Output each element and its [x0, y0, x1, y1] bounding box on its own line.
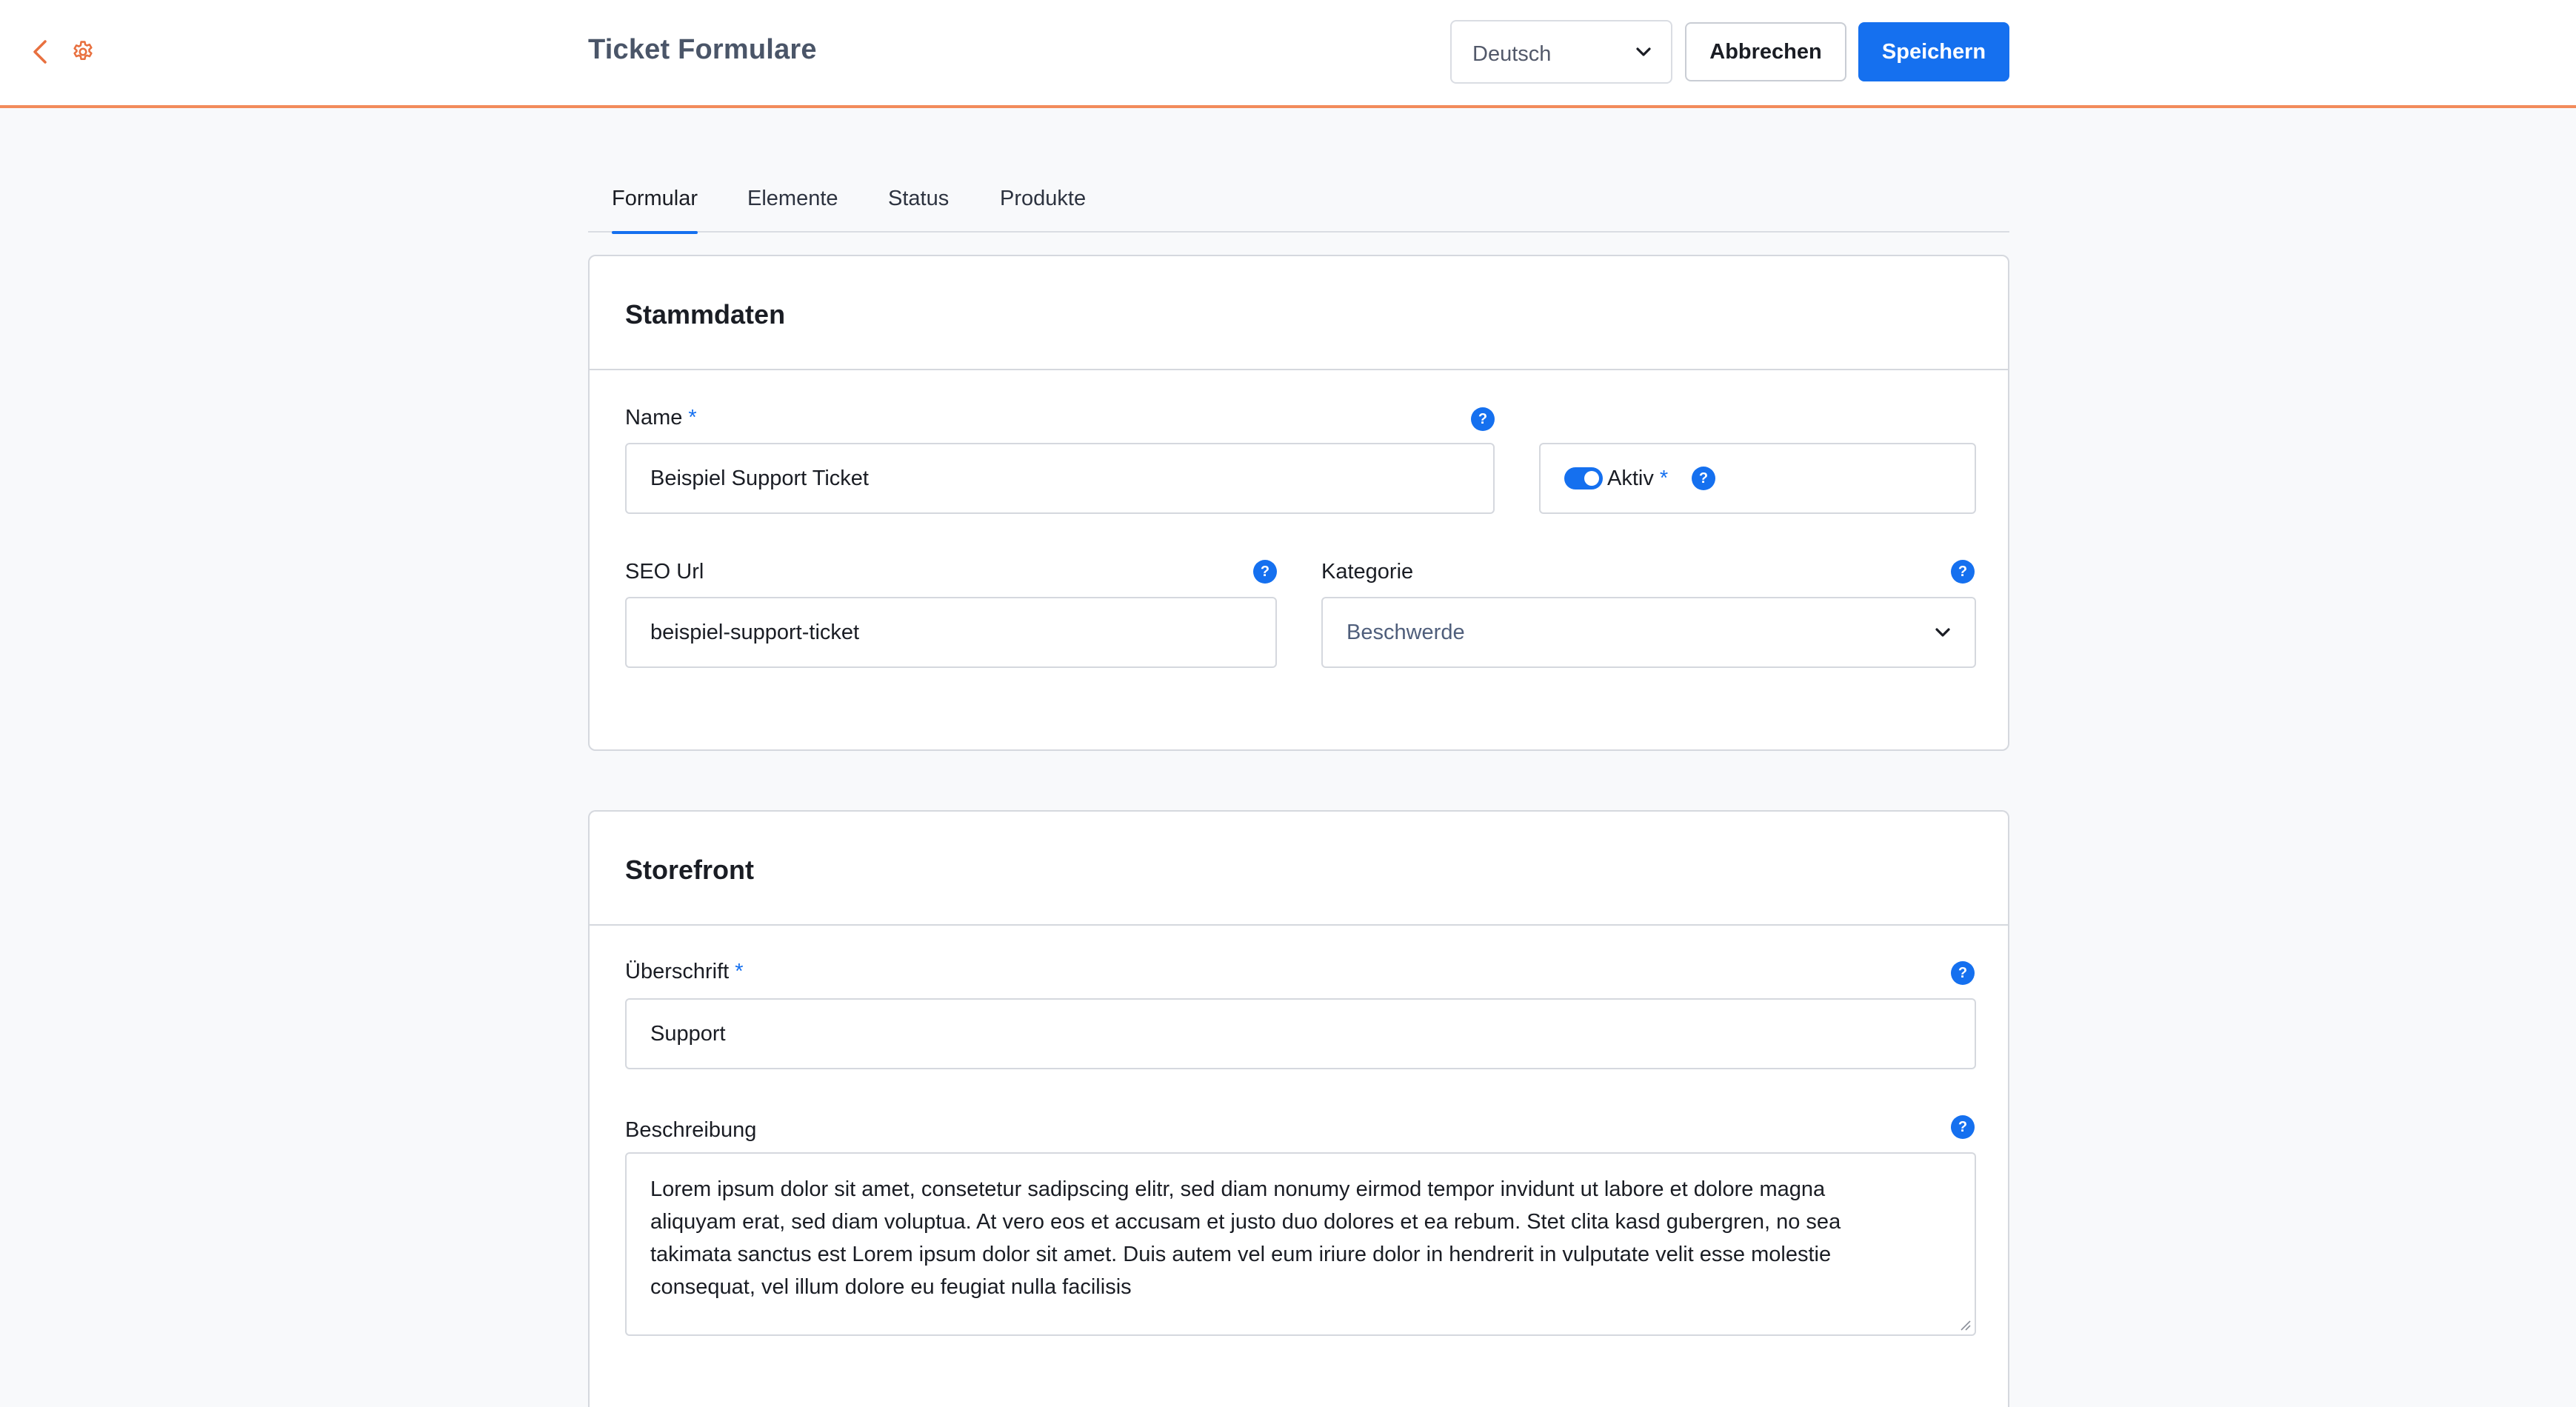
heading-label-text: Überschrift	[625, 960, 730, 983]
top-bar: Ticket Formulare Deutsch Abbrechen Speic…	[0, 0, 2576, 108]
cancel-button[interactable]: Abbrechen	[1685, 22, 1846, 81]
name-label: Name *	[625, 406, 697, 430]
tab-produkte[interactable]: Produkte	[1000, 187, 1086, 233]
resize-handle-icon[interactable]	[1958, 1318, 1972, 1331]
card-header: Storefront	[590, 812, 2008, 926]
tab-status[interactable]: Status	[888, 187, 949, 233]
name-label-text: Name	[625, 406, 683, 430]
tab-formular[interactable]: Formular	[612, 187, 698, 234]
seo-url-label: SEO Url	[625, 560, 704, 584]
required-mark: *	[735, 960, 744, 983]
help-icon[interactable]: ?	[1253, 560, 1277, 584]
active-label: Aktiv *	[1607, 467, 1668, 491]
toggle-knob	[1584, 471, 1599, 486]
card-title: Storefront	[625, 855, 754, 885]
description-label: Beschreibung	[625, 1118, 757, 1142]
required-mark: *	[1659, 467, 1669, 490]
description-line: Lorem ipsum dolor sit amet, consetetur s…	[650, 1177, 1826, 1201]
stammdaten-card: Stammdaten Name * ? Beispiel Support Tic…	[588, 255, 2009, 751]
category-select[interactable]: Beschwerde	[1321, 597, 1976, 668]
help-icon[interactable]: ?	[1471, 407, 1495, 431]
chevron-down-icon	[1636, 47, 1651, 56]
active-label-text: Aktiv	[1607, 467, 1654, 490]
tab-elemente[interactable]: Elemente	[747, 187, 838, 233]
help-icon[interactable]: ?	[1951, 560, 1975, 584]
active-toggle[interactable]	[1564, 467, 1603, 489]
required-mark: *	[688, 406, 697, 430]
help-icon[interactable]: ?	[1951, 961, 1975, 985]
help-icon[interactable]: ?	[1692, 467, 1715, 490]
heading-input[interactable]: Support	[625, 998, 1976, 1069]
back-button[interactable]	[27, 37, 53, 67]
help-icon[interactable]: ?	[1951, 1115, 1975, 1139]
description-textarea[interactable]: Lorem ipsum dolor sit amet, consetetur s…	[625, 1152, 1976, 1336]
language-select-value: Deutsch	[1472, 41, 1552, 66]
storefront-card: Storefront Überschrift * ? Support Besch…	[588, 810, 2009, 1407]
description-line: aliquyam erat, sed diam voluptua. At ver…	[650, 1210, 1841, 1234]
chevron-left-icon	[33, 40, 47, 64]
page-title: Ticket Formulare	[588, 34, 817, 65]
description-line: takimata sanctus est Lorem ipsum dolor s…	[650, 1243, 1832, 1266]
language-select[interactable]: Deutsch	[1450, 20, 1672, 84]
description-line: consequat, vel illum dolore eu feugiat n…	[650, 1275, 1132, 1299]
chevron-down-icon	[1935, 628, 1950, 637]
settings-button[interactable]	[68, 37, 98, 67]
card-header: Stammdaten	[590, 256, 2008, 370]
card-title: Stammdaten	[625, 299, 786, 330]
active-switch-field: Aktiv * ?	[1539, 443, 1976, 514]
heading-label: Überschrift *	[625, 960, 744, 984]
tab-bar: Formular Elemente Status Produkte	[588, 170, 2009, 234]
save-button[interactable]: Speichern	[1858, 22, 2009, 81]
category-select-value: Beschwerde	[1347, 620, 1465, 644]
gear-icon	[73, 41, 93, 61]
seo-url-input[interactable]: beispiel-support-ticket	[625, 597, 1277, 668]
name-input[interactable]: Beispiel Support Ticket	[625, 443, 1495, 514]
category-label: Kategorie	[1321, 560, 1414, 584]
